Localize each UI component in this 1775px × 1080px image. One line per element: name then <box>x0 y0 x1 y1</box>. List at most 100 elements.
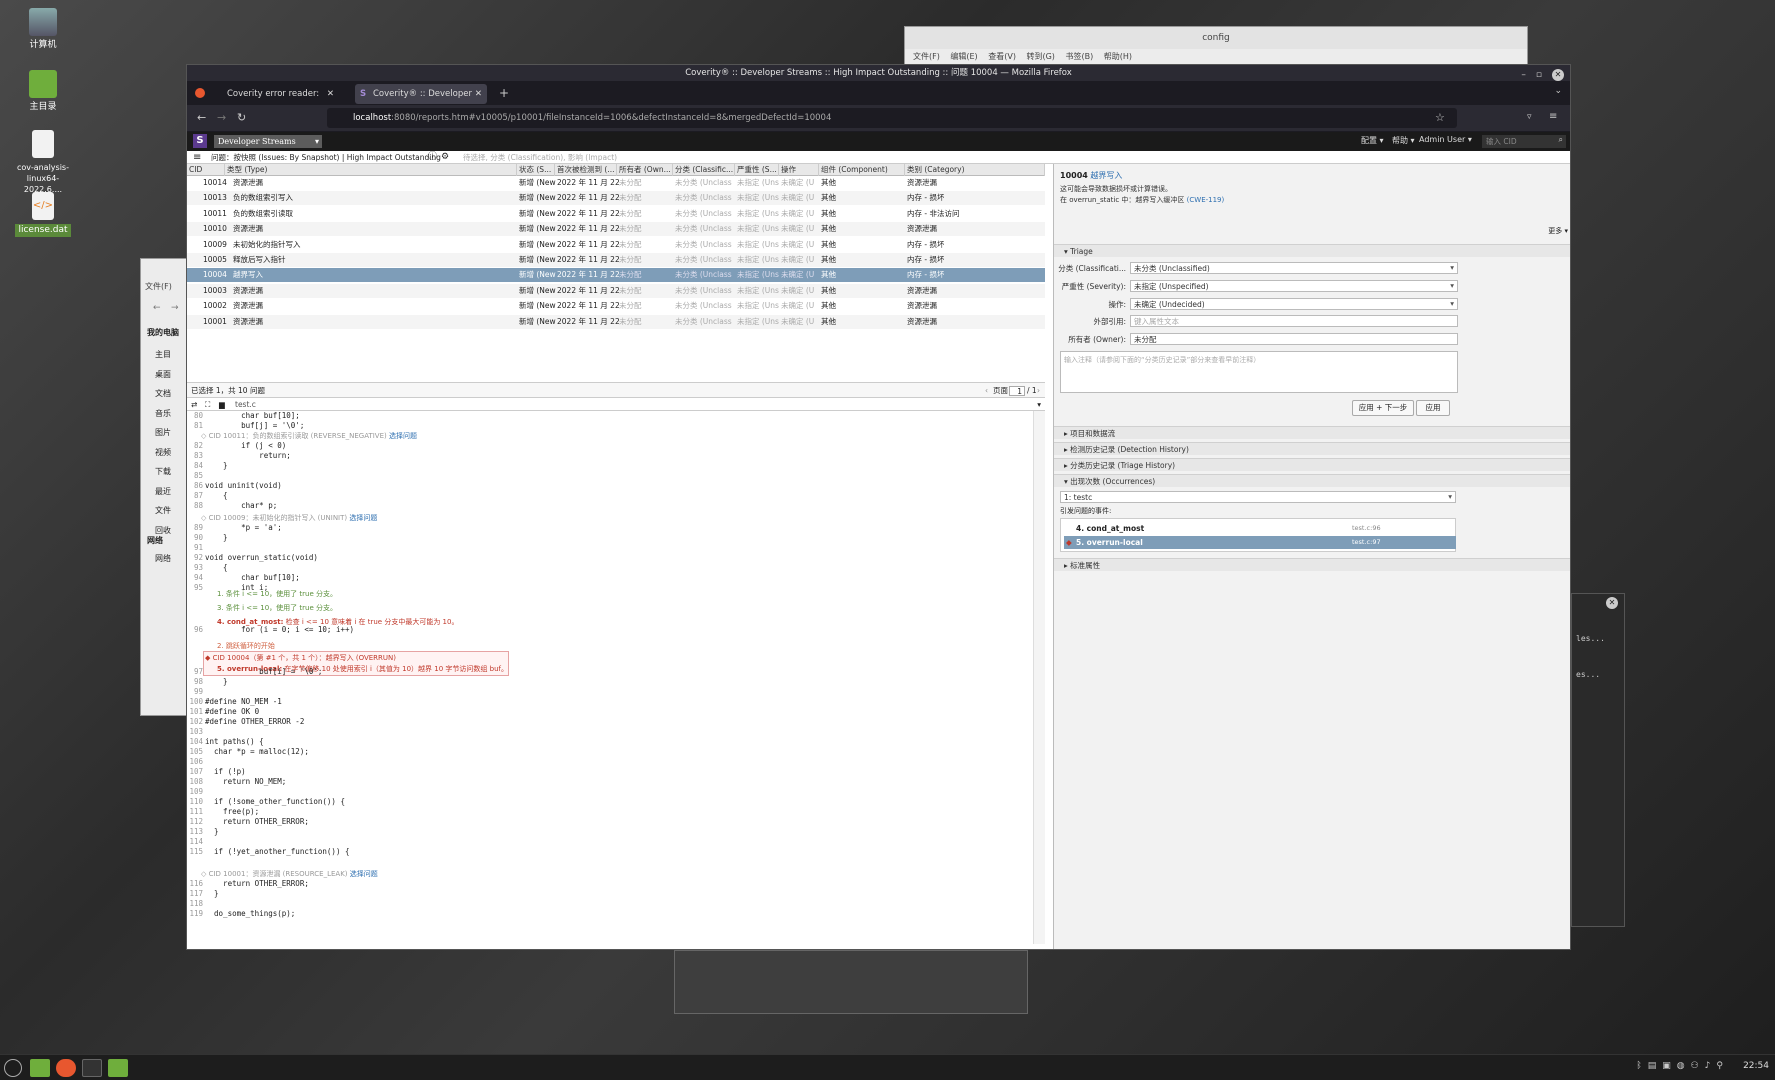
coverity-logo-icon[interactable]: S <box>193 134 207 148</box>
event-cid-10011[interactable]: ◇ CID 10011：负的数组索引读取 (REVERSE_NEGATIVE) … <box>201 431 417 441</box>
tab-list-chevron-icon[interactable]: ⌄ <box>1554 86 1562 96</box>
detail-type-link[interactable]: 越界写入 <box>1090 171 1122 180</box>
file-manager-window[interactable]: 文件(F) ← → 我的电脑 主目 桌面 文档 音乐 图片 视频 下载 最近 文… <box>140 258 190 716</box>
expand-icon[interactable]: ⛶ <box>205 398 210 411</box>
fm-menu-file[interactable]: 文件(F) <box>145 281 172 292</box>
close-icon[interactable]: ✕ <box>1552 69 1564 81</box>
minimize-icon[interactable]: – <box>1521 70 1536 80</box>
reload-icon[interactable]: ↻ <box>237 111 246 124</box>
table-row[interactable]: 10013 负的数组索引写入 新增 (New 2022 年 11 月 22 未分配 未分类… <box>187 191 1045 206</box>
comment-textarea[interactable]: 输入注释（请参阅下面的“分类历史记录”部分来查看早前注释） <box>1060 351 1458 393</box>
file-tab[interactable]: test.c <box>235 398 256 411</box>
column-type[interactable]: 类型 (Type) <box>225 164 517 176</box>
select-issue-link[interactable]: 选择问题 <box>389 432 417 440</box>
bookmark-star-icon[interactable]: ☆ <box>1435 111 1445 124</box>
pocket-icon[interactable]: ▿ <box>1527 112 1532 122</box>
forward-icon[interactable]: → <box>217 111 226 124</box>
fm-network-item[interactable]: 网络 <box>155 553 171 564</box>
files-window-button[interactable] <box>108 1059 128 1077</box>
search-icon[interactable]: ⌕ <box>1559 135 1563 145</box>
page-input[interactable]: 1 <box>1009 386 1025 396</box>
maximize-icon[interactable]: ▫ <box>1536 70 1552 80</box>
column-category[interactable]: 类别 (Category) <box>905 164 1045 176</box>
event-cid-10009[interactable]: ◇ CID 10009：未初始化的指针写入 (UNINIT) 选择问题 <box>201 513 377 523</box>
home-folder-desktop-icon[interactable]: 主目录 <box>8 70 78 113</box>
cov-analysis-file-icon[interactable]: cov-analysis-linux64-2022.6.... <box>8 130 78 195</box>
close-tab-icon[interactable]: ✕ <box>327 84 334 104</box>
section-standard-attributes[interactable]: ▸ 标准属性 <box>1054 558 1570 571</box>
forward-arrow-icon[interactable]: → <box>171 303 179 313</box>
table-row[interactable]: 10004 越界写入 新增 (New 2022 年 11 月 22 未分配 未分类 (Un… <box>187 268 1045 283</box>
new-tab-icon[interactable]: + <box>499 86 509 100</box>
select-issue-link[interactable]: 选择问题 <box>350 870 378 878</box>
apply-button[interactable]: 应用 <box>1416 400 1450 416</box>
source-code-view[interactable]: ◇ CID 10011：负的数组索引读取 (REVERSE_NEGATIVE) … <box>187 411 1045 944</box>
terminal-launcher-icon[interactable] <box>82 1059 102 1077</box>
code-scrollbar[interactable] <box>1033 411 1045 944</box>
event-cid-10001[interactable]: ◇ CID 10001：资源泄漏 (RESOURCE_LEAK) 选择问题 <box>201 869 378 879</box>
classification-select[interactable]: 未分类 (Unclassified) <box>1130 262 1458 274</box>
folder-icon[interactable]: ▆ <box>219 398 225 411</box>
hamburger-icon[interactable]: ≡ <box>193 151 201 164</box>
main-event-header[interactable]: ◆ CID 10004（第 #1 个，共 1 个）：越界写入 (OVERRUN) <box>205 653 396 663</box>
owner-input[interactable]: 未分配 <box>1130 333 1458 345</box>
table-row[interactable]: 10011 负的数组索引读取 新增 (New 2022 年 11 月 22 未分配 未分类… <box>187 207 1045 221</box>
section-detection-history[interactable]: ▸ 检测历史记录 (Detection History) <box>1054 442 1570 455</box>
license-file-icon[interactable]: </> license.dat <box>8 192 78 237</box>
clock[interactable]: 22:54 <box>1743 1061 1769 1071</box>
tab-error-reader[interactable]: Coverity error reader: /home/u ✕ <box>209 84 339 119</box>
info-icon[interactable]: ⓘ <box>428 151 437 164</box>
column-owner[interactable]: 所有者 (Own... <box>617 164 673 176</box>
back-icon[interactable]: ← <box>197 111 206 124</box>
config-window-menu[interactable]: 文件(F) 编辑(E) 查看(V) 转到(G) 书签(B) 帮助(H) <box>905 49 1527 65</box>
occurrence-event-row-selected[interactable]: ◆ 5. overrun-local test.c:97 <box>1064 536 1456 549</box>
triage-section-header[interactable]: ▾ Triage <box>1054 244 1570 257</box>
cid-search-input[interactable]: 输入 CID <box>1482 135 1566 148</box>
sync-icon[interactable]: ⇄ <box>191 398 197 411</box>
select-issue-link[interactable]: 选择问题 <box>349 514 377 522</box>
close-icon[interactable]: ✕ <box>1606 597 1618 609</box>
tab-coverity[interactable]: S Coverity® :: Developer Stre ✕ <box>355 84 487 119</box>
file-dropdown-chevron-icon[interactable]: ▾ <box>1037 398 1041 411</box>
column-status[interactable]: 状态 (S... <box>517 164 555 176</box>
computer-desktop-icon[interactable]: 计算机 <box>8 8 78 51</box>
occurrence-select[interactable]: 1: testc <box>1060 491 1456 503</box>
table-row[interactable]: 10003 资源泄漏 新增 (New 2022 年 11 月 22 未分配 未分类 (Un… <box>187 283 1045 298</box>
section-triage-history[interactable]: ▸ 分类历史记录 (Triage History) <box>1054 458 1570 471</box>
severity-select[interactable]: 未指定 (Unspecified) <box>1130 280 1458 292</box>
user-menu[interactable]: Admin User ▾ <box>1419 135 1472 144</box>
more-link[interactable]: 更多 ▾ <box>1548 226 1568 236</box>
stream-selector[interactable]: Developer Streams <box>214 135 322 148</box>
column-classification[interactable]: 分类 (Classific... <box>673 164 735 176</box>
table-row[interactable]: 10010 资源泄漏 新增 (New 2022 年 11 月 22 未分配 未分类 (Un… <box>187 222 1045 237</box>
column-severity[interactable]: 严重性 (S... <box>735 164 779 176</box>
section-occurrences[interactable]: ▾ 出现次数 (Occurrences) <box>1054 474 1570 487</box>
config-menu[interactable]: 配置 ▾ <box>1361 135 1384 146</box>
hamburger-menu-icon[interactable]: ≡ <box>1549 111 1557 122</box>
firefox-launcher-icon[interactable] <box>56 1059 76 1077</box>
table-row[interactable]: 10014 资源泄漏 新增 (New 2022 年 11 月 22 未分配 未分类 (Un… <box>187 176 1045 190</box>
prev-page-icon[interactable]: ‹ <box>985 383 988 399</box>
external-ref-input[interactable]: 键入属性文本 <box>1130 315 1458 327</box>
table-row[interactable]: 10001 资源泄漏 新增 (New 2022 年 11 月 22 未分配 未分类 (Un… <box>187 314 1045 329</box>
next-page-icon[interactable]: › <box>1037 383 1040 399</box>
column-action[interactable]: 操作 <box>779 164 819 176</box>
table-row[interactable]: 10005 释放后写入指针 新增 (New 2022 年 11 月 22 未分配 未分类 … <box>187 253 1045 267</box>
back-arrow-icon[interactable]: ← <box>153 303 161 313</box>
system-tray[interactable]: ᛒ▤▣◍⚇♪⚲ <box>1636 1061 1729 1071</box>
url-bar[interactable]: localhost:8080/reports.htm#v10005/p10001… <box>327 108 1457 128</box>
occurrence-event-row[interactable]: 4. cond_at_most test.c:96 <box>1064 522 1456 535</box>
action-select[interactable]: 未确定 (Undecided) <box>1130 298 1458 310</box>
files-launcher-icon[interactable] <box>30 1059 50 1077</box>
cwe-link[interactable]: (CWE-119) <box>1187 196 1225 204</box>
table-row[interactable]: 10009 未初始化的指针写入 新增 (New 2022 年 11 月 22 未分配 未分… <box>187 238 1045 252</box>
event-3[interactable]: 3. 条件 i <= 10，使用了 true 分支。 <box>217 603 337 613</box>
gear-icon[interactable]: ⚙ <box>441 151 449 164</box>
table-row[interactable]: 10002 资源泄漏 新增 (New 2022 年 11 月 22 未分配 未分类 (Un… <box>187 299 1045 313</box>
background-window[interactable] <box>674 950 1028 1014</box>
window-titlebar[interactable]: Coverity® :: Developer Streams :: High I… <box>187 65 1570 81</box>
close-tab-icon[interactable]: ✕ <box>475 84 482 104</box>
column-cid[interactable]: CID <box>187 164 225 176</box>
firefox-window[interactable]: Coverity® :: Developer Streams :: High I… <box>186 64 1571 950</box>
mint-menu-icon[interactable] <box>4 1059 22 1077</box>
